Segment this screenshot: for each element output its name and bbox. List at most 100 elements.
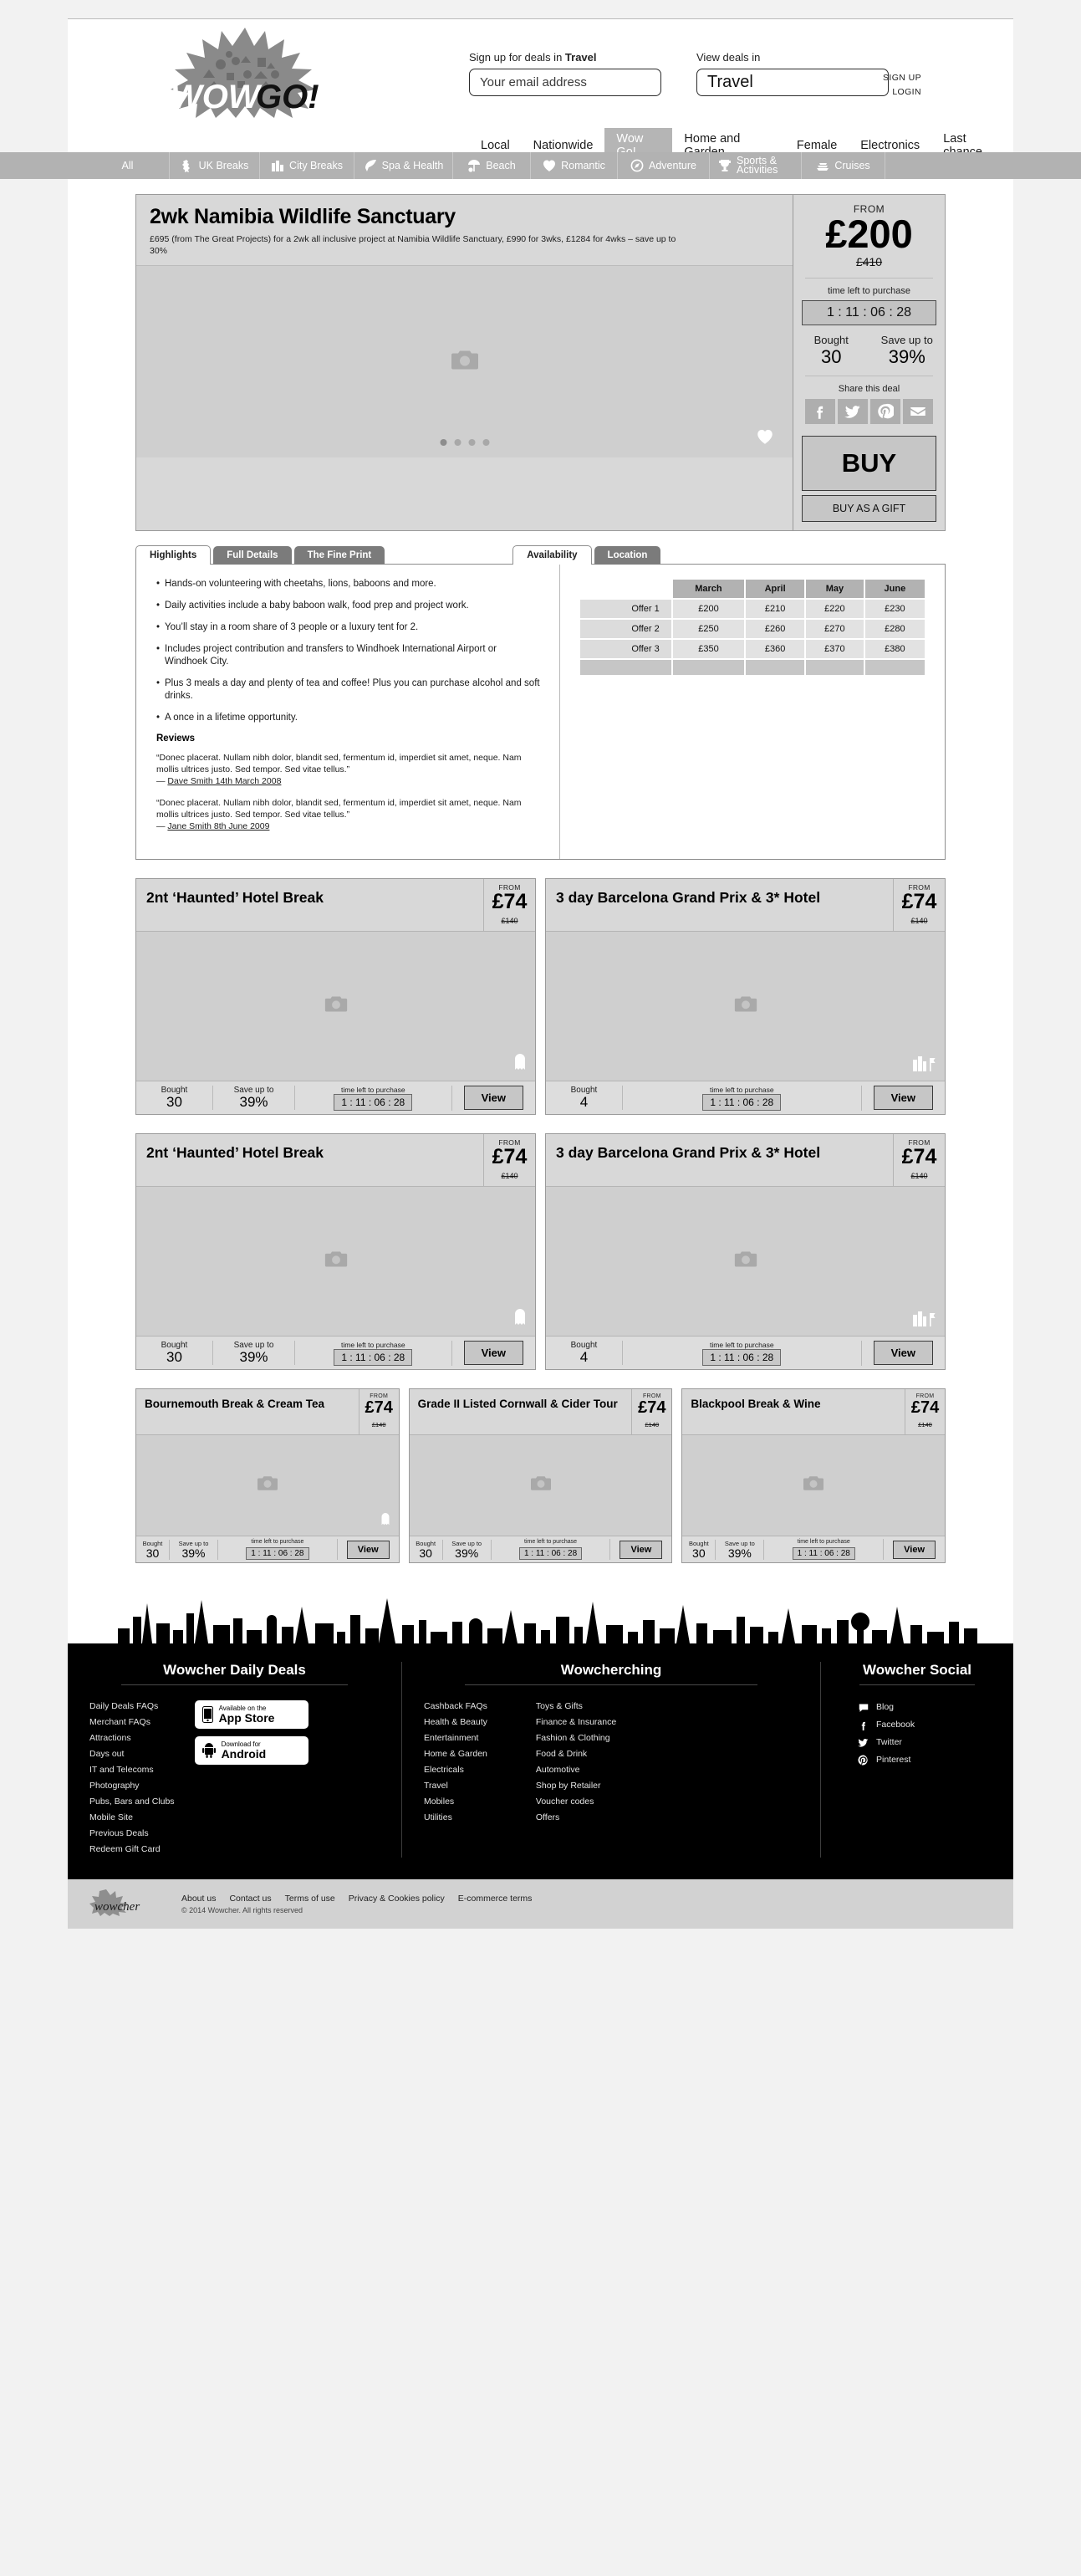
email-input[interactable]: Your email address xyxy=(469,69,661,96)
card-photo[interactable] xyxy=(136,1187,535,1336)
social-link-facebook[interactable]: Facebook xyxy=(858,1716,992,1734)
view-button[interactable]: View xyxy=(346,1540,390,1559)
gallery-dots[interactable] xyxy=(440,439,489,446)
social-link-blog[interactable]: Blog xyxy=(858,1699,992,1716)
deal-card[interactable]: Grade II Listed Cornwall & Cider Tour FR… xyxy=(408,1388,673,1563)
category-romantic[interactable]: Romantic xyxy=(531,152,618,179)
card-photo[interactable] xyxy=(546,1187,945,1336)
footer-link[interactable]: Electricals xyxy=(424,1762,487,1778)
wowgo-logo[interactable]: WOW GO! xyxy=(156,26,335,118)
footer-link[interactable]: Mobile Site xyxy=(89,1810,175,1826)
deal-card[interactable]: 3 day Barcelona Grand Prix & 3* Hotel FR… xyxy=(545,878,946,1115)
social-link-pinterest[interactable]: Pinterest xyxy=(858,1751,992,1769)
view-deals-label: View deals in xyxy=(696,51,761,64)
footer-link[interactable]: Cashback FAQs xyxy=(424,1699,487,1715)
footer-link[interactable]: Home & Garden xyxy=(424,1746,487,1762)
tab-the-fine-print[interactable]: The Fine Print xyxy=(293,546,385,565)
social-link-twitter[interactable]: Twitter xyxy=(858,1734,992,1751)
location-select[interactable]: Travel xyxy=(696,69,889,96)
view-button[interactable]: View xyxy=(893,1540,936,1559)
footer-link[interactable]: Travel xyxy=(424,1778,487,1794)
category-cruises[interactable]: Cruises xyxy=(802,152,885,179)
footer-link[interactable]: Shop by Retailer xyxy=(536,1778,616,1794)
deal-card[interactable]: 3 day Barcelona Grand Prix & 3* Hotel FR… xyxy=(545,1133,946,1370)
view-button[interactable]: View xyxy=(463,1341,523,1365)
gallery-dot[interactable] xyxy=(468,439,475,446)
footer-link[interactable]: Food & Drink xyxy=(536,1746,616,1762)
deal-card[interactable]: 2nt ‘Haunted’ Hotel Break FROM £74 £140 xyxy=(135,1133,536,1370)
footer-link[interactable]: Offers xyxy=(536,1810,616,1826)
sub-footer-link-privacy-cookies[interactable]: Privacy & Cookies policy xyxy=(349,1894,445,1904)
category-spa-health[interactable]: Spa & Health xyxy=(354,152,453,179)
table-cell: £280 xyxy=(864,620,925,638)
tab-full-details[interactable]: Full Details xyxy=(213,546,292,565)
category-city-breaks[interactable]: City Breaks xyxy=(260,152,354,179)
favourite-heart-icon[interactable] xyxy=(756,428,774,449)
login-link[interactable]: LOGIN xyxy=(883,85,921,100)
footer-link[interactable]: Daily Deals FAQs xyxy=(89,1699,175,1715)
card-photo[interactable] xyxy=(136,932,535,1081)
deal-card[interactable]: Blackpool Break & Wine FROM £74 £140 Bou… xyxy=(681,1388,946,1563)
footer-link[interactable]: Voucher codes xyxy=(536,1794,616,1810)
sub-footer-link-contact-us[interactable]: Contact us xyxy=(229,1894,271,1904)
footer-link[interactable]: Photography xyxy=(89,1778,175,1794)
category-beach[interactable]: Beach xyxy=(453,152,531,179)
footer-link[interactable]: Finance & Insurance xyxy=(536,1715,616,1730)
card-photo[interactable] xyxy=(136,1435,399,1536)
card-price: £74 xyxy=(492,890,528,913)
deal-gallery[interactable] xyxy=(136,265,793,457)
footer-link[interactable]: Automotive xyxy=(536,1762,616,1778)
sub-footer-link-about-us[interactable]: About us xyxy=(181,1894,216,1904)
sub-footer-link-ecommerce-terms[interactable]: E-commerce terms xyxy=(458,1894,533,1904)
save-value: 39% xyxy=(239,1094,268,1110)
view-button[interactable]: View xyxy=(873,1086,933,1110)
footer-link[interactable]: Attractions xyxy=(89,1730,175,1746)
footer-link[interactable]: Mobiles xyxy=(424,1794,487,1810)
gallery-dot[interactable] xyxy=(440,439,446,446)
deal-card[interactable]: 2nt ‘Haunted’ Hotel Break FROM £74 £140 xyxy=(135,878,536,1115)
share-pinterest-icon[interactable] xyxy=(870,399,900,424)
photo-placeholder-icon xyxy=(324,1250,348,1273)
tab-highlights[interactable]: Highlights xyxy=(135,545,212,565)
footer-link[interactable]: Fashion & Clothing xyxy=(536,1730,616,1746)
card-photo[interactable] xyxy=(409,1435,672,1536)
bought-value: 30 xyxy=(692,1546,706,1560)
footer-link[interactable]: Days out xyxy=(89,1746,175,1762)
share-facebook-icon[interactable] xyxy=(805,399,835,424)
footer-link[interactable]: Toys & Gifts xyxy=(536,1699,616,1715)
view-button[interactable]: View xyxy=(620,1540,663,1559)
google-play-badge[interactable]: Download for Android xyxy=(194,1736,308,1765)
footer-link[interactable]: IT and Telecoms xyxy=(89,1762,175,1778)
card-photo[interactable] xyxy=(546,932,945,1081)
app-store-badge[interactable]: Available on the App Store xyxy=(194,1700,308,1729)
tab-availability[interactable]: Availability xyxy=(512,545,592,565)
footer-link[interactable]: Redeem Gift Card xyxy=(89,1842,175,1858)
card-photo[interactable] xyxy=(682,1435,946,1536)
footer-link[interactable]: Health & Beauty xyxy=(424,1715,487,1730)
category-sports-activities[interactable]: Sports & Activities xyxy=(710,152,802,179)
footer-link[interactable]: Entertainment xyxy=(424,1730,487,1746)
card-was-price: £140 xyxy=(501,1172,518,1180)
deal-card[interactable]: Bournemouth Break & Cream Tea FROM £74 £… xyxy=(135,1388,400,1563)
share-email-icon[interactable] xyxy=(903,399,933,424)
category-uk-breaks[interactable]: UK Breaks xyxy=(170,152,260,179)
footer-link[interactable]: Utilities xyxy=(424,1810,487,1826)
category-all[interactable]: All xyxy=(86,152,170,179)
footer-link[interactable]: Pubs, Bars and Clubs xyxy=(89,1794,175,1810)
footer-link[interactable]: Merchant FAQs xyxy=(89,1715,175,1730)
wowcher-logo[interactable]: wowcher xyxy=(89,1888,166,1920)
footer-link[interactable]: Previous Deals xyxy=(89,1826,175,1842)
gallery-dot[interactable] xyxy=(482,439,489,446)
social-label: Pinterest xyxy=(876,1755,911,1765)
gallery-dot[interactable] xyxy=(454,439,461,446)
sign-up-link[interactable]: SIGN UP xyxy=(883,71,921,85)
view-button[interactable]: View xyxy=(873,1341,933,1365)
share-twitter-icon[interactable] xyxy=(838,399,868,424)
buy-button[interactable]: BUY xyxy=(802,436,936,491)
tab-location[interactable]: Location xyxy=(594,546,661,565)
sub-footer-link-terms-of-use[interactable]: Terms of use xyxy=(285,1894,335,1904)
buy-as-gift-button[interactable]: BUY AS A GIFT xyxy=(802,495,936,522)
view-button[interactable]: View xyxy=(463,1086,523,1110)
card-price: £74 xyxy=(910,1398,940,1417)
category-adventure[interactable]: Adventure xyxy=(618,152,710,179)
